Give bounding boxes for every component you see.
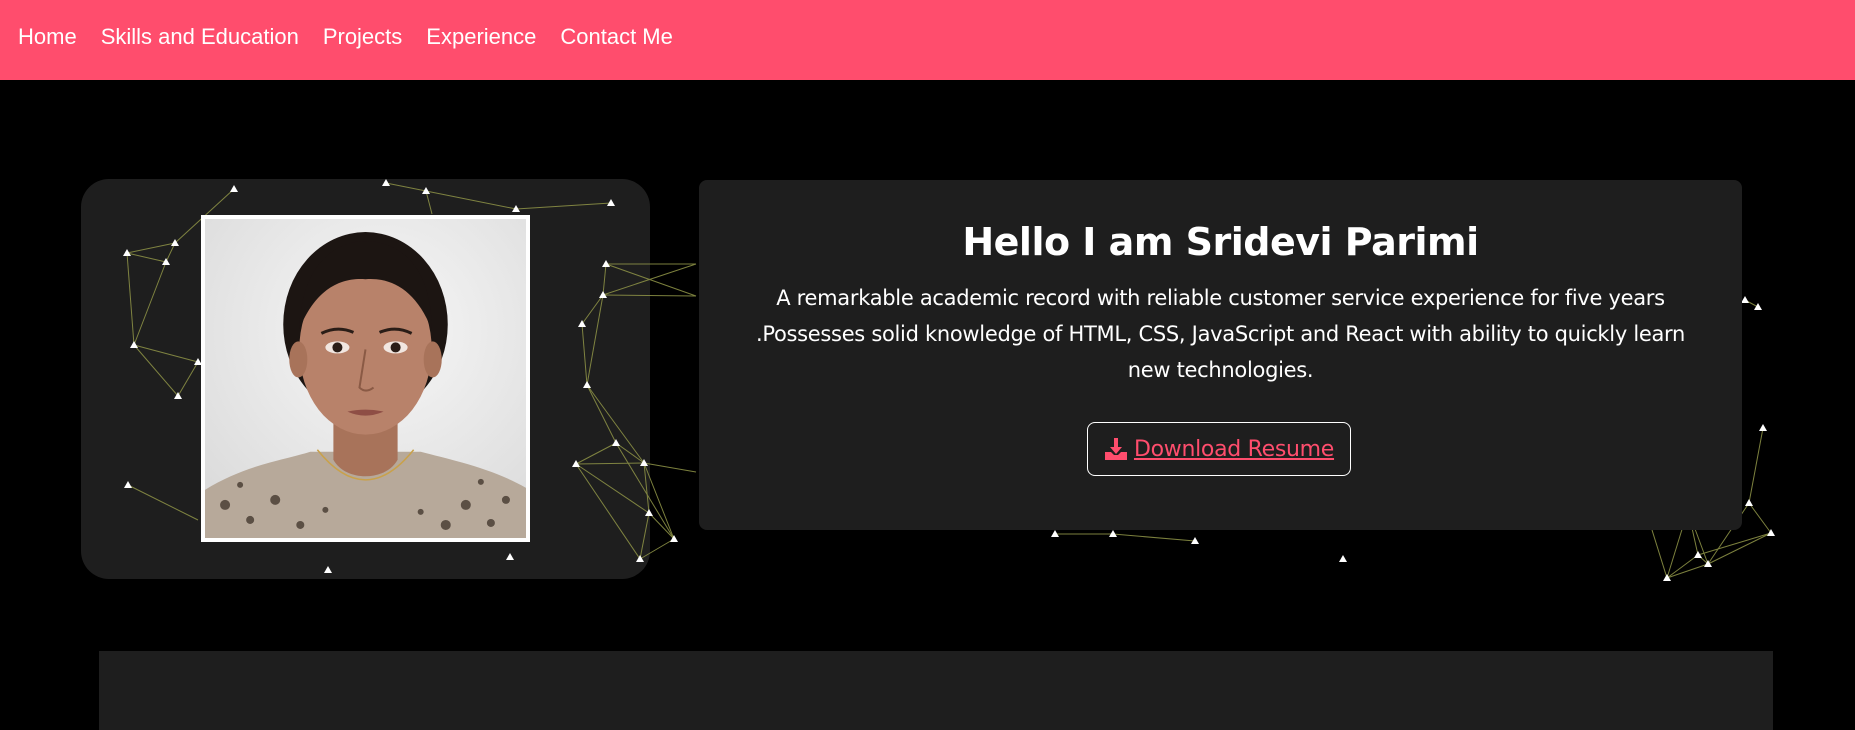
nav-link-experience[interactable]: Experience	[426, 24, 536, 50]
download-icon	[1104, 438, 1127, 460]
nav-link-projects[interactable]: Projects	[323, 24, 402, 50]
download-resume-button[interactable]: Download Resume	[1087, 422, 1351, 476]
navbar: Home Skills and Education Projects Exper…	[0, 0, 1855, 80]
nav-link-contact-me[interactable]: Contact Me	[560, 24, 673, 50]
intro-description: A remarkable academic record with reliab…	[755, 286, 1686, 382]
download-resume-label: Download Resume	[1133, 436, 1335, 462]
nav-links: Home Skills and Education Projects Exper…	[18, 24, 673, 50]
intro-card: Hello I am Sridevi Parimi A remarkable a…	[699, 180, 1742, 530]
nav-link-skills-and-education[interactable]: Skills and Education	[101, 24, 299, 50]
nav-link-home[interactable]: Home	[18, 24, 77, 50]
profile-photo-frame	[201, 215, 530, 542]
next-section-panel	[99, 651, 1773, 730]
profile-photo	[205, 219, 526, 538]
intro-title: Hello I am Sridevi Parimi	[962, 220, 1479, 264]
